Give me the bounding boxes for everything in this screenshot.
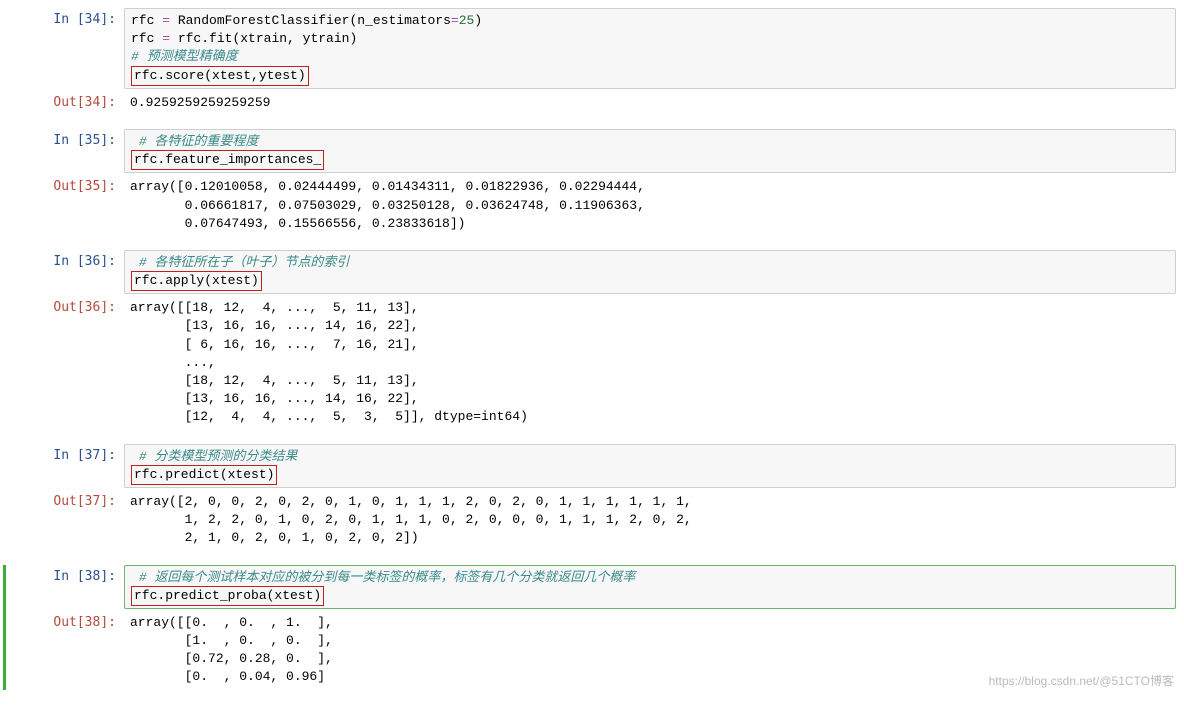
operator: = [162,31,170,46]
highlight-box: rfc.predict_proba(xtest) [131,586,324,606]
code-text: rfc.predict_proba(xtest) [134,588,321,603]
code-comment: # 预测模型精确度 [131,49,238,64]
highlight-box: rfc.feature_importances_ [131,150,324,170]
highlight-box: rfc.score(xtest,ytest) [131,66,309,86]
code-text: rfc [131,31,162,46]
code-comment: # 返回每个测试样本对应的被分到每一类标签的概率，标签有几个分类就返回几个概率 [131,570,635,585]
code-text: rfc.fit(xtrain, ytrain) [170,31,357,46]
output-text-34: 0.9259259259259259 [124,91,1176,115]
output-cell-38: Out[38]: array([[0. , 0. , 1. ], [1. , 0… [8,611,1176,690]
code-text: rfc.predict(xtest) [134,467,274,482]
output-text-37: array([2, 0, 0, 2, 0, 2, 0, 1, 0, 1, 1, … [124,490,1176,551]
output-cell-37: Out[37]: array([2, 0, 0, 2, 0, 2, 0, 1, … [8,490,1176,551]
in-prompt-37: In [37]: [8,444,124,465]
input-cell-35[interactable]: In [35]: # 各特征的重要程度 rfc.feature_importan… [8,129,1176,173]
out-prompt-34: Out[34]: [8,91,124,112]
out-prompt-37: Out[37]: [8,490,124,511]
highlight-box: rfc.predict(xtest) [131,465,277,485]
code-input-35[interactable]: # 各特征的重要程度 rfc.feature_importances_ [124,129,1176,173]
code-text: RandomForestClassifier(n_estimators [170,13,451,28]
input-cell-34[interactable]: In [34]: rfc = RandomForestClassifier(n_… [8,8,1176,89]
code-input-36[interactable]: # 各特征所在子（叶子）节点的索引 rfc.apply(xtest) [124,250,1176,294]
code-input-34[interactable]: rfc = RandomForestClassifier(n_estimator… [124,8,1176,89]
output-cell-34: Out[34]: 0.9259259259259259 [8,91,1176,115]
output-text-36: array([[18, 12, 4, ..., 5, 11, 13], [13,… [124,296,1176,429]
selected-cell-wrap: In [38]: # 返回每个测试样本对应的被分到每一类标签的概率，标签有几个分… [3,565,1176,690]
number-literal: 25 [459,13,475,28]
input-cell-36[interactable]: In [36]: # 各特征所在子（叶子）节点的索引 rfc.apply(xte… [8,250,1176,294]
output-cell-36: Out[36]: array([[18, 12, 4, ..., 5, 11, … [8,296,1176,429]
output-cell-35: Out[35]: array([0.12010058, 0.02444499, … [8,175,1176,236]
operator: = [162,13,170,28]
code-text: ) [474,13,482,28]
code-comment: # 各特征的重要程度 [131,134,258,149]
code-text: rfc.feature_importances_ [134,152,321,167]
output-text-38: array([[0. , 0. , 1. ], [1. , 0. , 0. ],… [124,611,1176,690]
out-prompt-36: Out[36]: [8,296,124,317]
out-prompt-38: Out[38]: [8,611,124,632]
code-text: rfc.apply(xtest) [134,273,259,288]
input-cell-37[interactable]: In [37]: # 分类模型预测的分类结果 rfc.predict(xtest… [8,444,1176,488]
output-text-35: array([0.12010058, 0.02444499, 0.0143431… [124,175,1176,236]
code-input-37[interactable]: # 分类模型预测的分类结果 rfc.predict(xtest) [124,444,1176,488]
code-comment: # 分类模型预测的分类结果 [131,449,297,464]
code-comment: # 各特征所在子（叶子）节点的索引 [131,255,349,270]
in-prompt-38: In [38]: [8,565,124,586]
operator: = [451,13,459,28]
code-text: rfc.score(xtest,ytest) [134,68,306,83]
code-text: rfc [131,13,162,28]
out-prompt-35: Out[35]: [8,175,124,196]
in-prompt-35: In [35]: [8,129,124,150]
highlight-box: rfc.apply(xtest) [131,271,262,291]
in-prompt-36: In [36]: [8,250,124,271]
in-prompt-34: In [34]: [8,8,124,29]
code-input-38[interactable]: # 返回每个测试样本对应的被分到每一类标签的概率，标签有几个分类就返回几个概率 … [124,565,1176,609]
input-cell-38[interactable]: In [38]: # 返回每个测试样本对应的被分到每一类标签的概率，标签有几个分… [8,565,1176,609]
